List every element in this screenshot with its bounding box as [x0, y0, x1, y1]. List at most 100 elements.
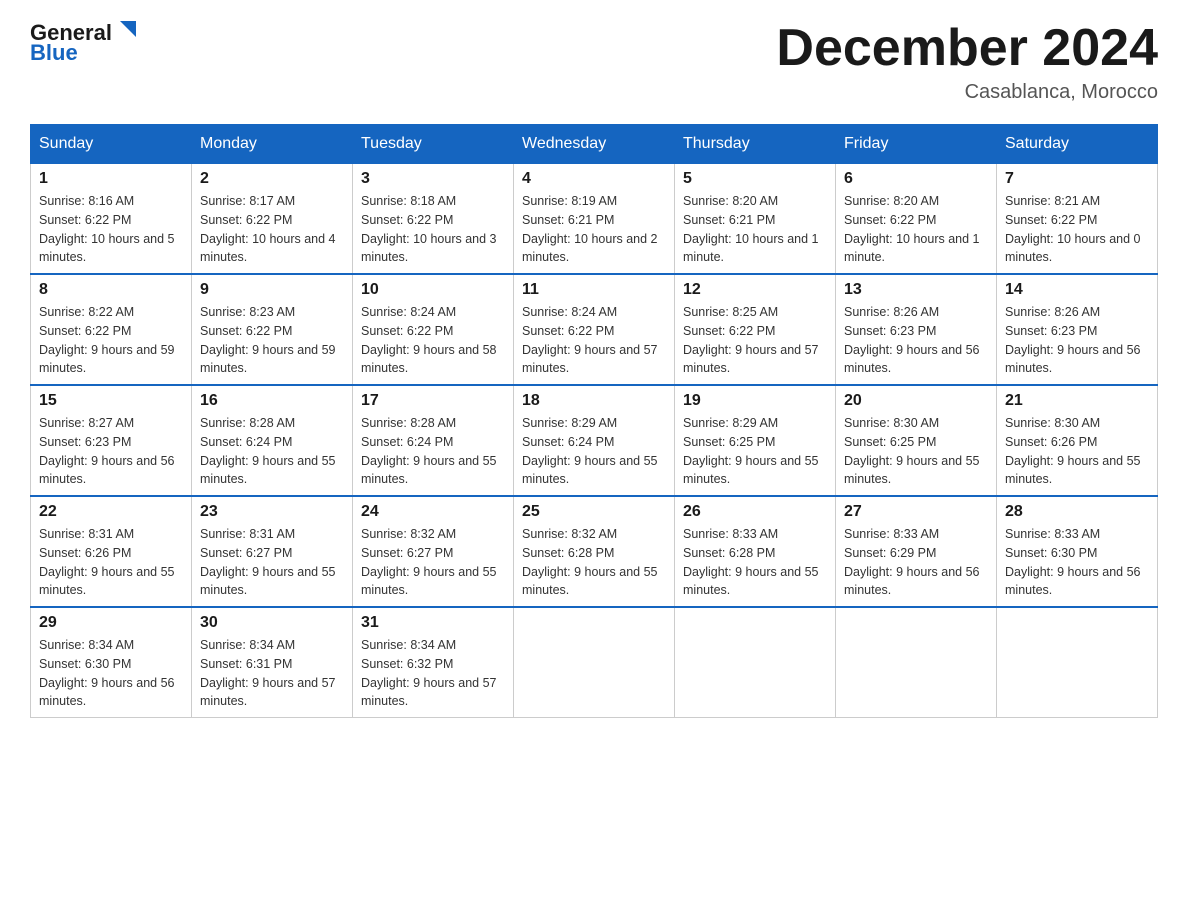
day-number: 12	[683, 281, 827, 299]
calendar-cell: 9 Sunrise: 8:23 AM Sunset: 6:22 PM Dayli…	[192, 274, 353, 385]
day-info: Sunrise: 8:24 AM Sunset: 6:22 PM Dayligh…	[361, 303, 505, 378]
calendar-cell	[514, 607, 675, 718]
day-number: 19	[683, 392, 827, 410]
day-info: Sunrise: 8:26 AM Sunset: 6:23 PM Dayligh…	[1005, 303, 1149, 378]
calendar-cell: 2 Sunrise: 8:17 AM Sunset: 6:22 PM Dayli…	[192, 164, 353, 275]
week-row-1: 1 Sunrise: 8:16 AM Sunset: 6:22 PM Dayli…	[31, 164, 1158, 275]
calendar-cell: 11 Sunrise: 8:24 AM Sunset: 6:22 PM Dayl…	[514, 274, 675, 385]
day-number: 14	[1005, 281, 1149, 299]
calendar-cell: 19 Sunrise: 8:29 AM Sunset: 6:25 PM Dayl…	[675, 385, 836, 496]
calendar-cell: 31 Sunrise: 8:34 AM Sunset: 6:32 PM Dayl…	[353, 607, 514, 718]
week-row-5: 29 Sunrise: 8:34 AM Sunset: 6:30 PM Dayl…	[31, 607, 1158, 718]
week-row-4: 22 Sunrise: 8:31 AM Sunset: 6:26 PM Dayl…	[31, 496, 1158, 607]
day-info: Sunrise: 8:20 AM Sunset: 6:22 PM Dayligh…	[844, 192, 988, 267]
day-info: Sunrise: 8:32 AM Sunset: 6:28 PM Dayligh…	[522, 525, 666, 600]
day-info: Sunrise: 8:31 AM Sunset: 6:27 PM Dayligh…	[200, 525, 344, 600]
day-number: 4	[522, 170, 666, 188]
day-info: Sunrise: 8:34 AM Sunset: 6:30 PM Dayligh…	[39, 636, 183, 711]
calendar-cell: 8 Sunrise: 8:22 AM Sunset: 6:22 PM Dayli…	[31, 274, 192, 385]
weekday-header-sunday: Sunday	[31, 125, 192, 164]
logo-triangle-icon	[114, 17, 142, 45]
day-number: 9	[200, 281, 344, 299]
title-section: December 2024 Casablanca, Morocco	[776, 20, 1158, 104]
day-number: 21	[1005, 392, 1149, 410]
day-info: Sunrise: 8:33 AM Sunset: 6:29 PM Dayligh…	[844, 525, 988, 600]
day-number: 1	[39, 170, 183, 188]
day-info: Sunrise: 8:26 AM Sunset: 6:23 PM Dayligh…	[844, 303, 988, 378]
day-number: 30	[200, 614, 344, 632]
calendar-cell: 25 Sunrise: 8:32 AM Sunset: 6:28 PM Dayl…	[514, 496, 675, 607]
calendar-table: SundayMondayTuesdayWednesdayThursdayFrid…	[30, 124, 1158, 718]
day-info: Sunrise: 8:32 AM Sunset: 6:27 PM Dayligh…	[361, 525, 505, 600]
calendar-cell: 5 Sunrise: 8:20 AM Sunset: 6:21 PM Dayli…	[675, 164, 836, 275]
day-number: 24	[361, 503, 505, 521]
calendar-cell: 29 Sunrise: 8:34 AM Sunset: 6:30 PM Dayl…	[31, 607, 192, 718]
calendar-cell: 7 Sunrise: 8:21 AM Sunset: 6:22 PM Dayli…	[997, 164, 1158, 275]
calendar-cell: 12 Sunrise: 8:25 AM Sunset: 6:22 PM Dayl…	[675, 274, 836, 385]
day-info: Sunrise: 8:33 AM Sunset: 6:30 PM Dayligh…	[1005, 525, 1149, 600]
day-number: 3	[361, 170, 505, 188]
weekday-header-monday: Monday	[192, 125, 353, 164]
week-row-2: 8 Sunrise: 8:22 AM Sunset: 6:22 PM Dayli…	[31, 274, 1158, 385]
day-info: Sunrise: 8:28 AM Sunset: 6:24 PM Dayligh…	[361, 414, 505, 489]
day-info: Sunrise: 8:34 AM Sunset: 6:32 PM Dayligh…	[361, 636, 505, 711]
day-info: Sunrise: 8:34 AM Sunset: 6:31 PM Dayligh…	[200, 636, 344, 711]
day-number: 13	[844, 281, 988, 299]
calendar-cell: 30 Sunrise: 8:34 AM Sunset: 6:31 PM Dayl…	[192, 607, 353, 718]
day-info: Sunrise: 8:23 AM Sunset: 6:22 PM Dayligh…	[200, 303, 344, 378]
calendar-cell: 4 Sunrise: 8:19 AM Sunset: 6:21 PM Dayli…	[514, 164, 675, 275]
day-number: 18	[522, 392, 666, 410]
day-number: 8	[39, 281, 183, 299]
day-number: 28	[1005, 503, 1149, 521]
weekday-header-friday: Friday	[836, 125, 997, 164]
week-row-3: 15 Sunrise: 8:27 AM Sunset: 6:23 PM Dayl…	[31, 385, 1158, 496]
calendar-cell: 28 Sunrise: 8:33 AM Sunset: 6:30 PM Dayl…	[997, 496, 1158, 607]
weekday-header-wednesday: Wednesday	[514, 125, 675, 164]
calendar-cell: 6 Sunrise: 8:20 AM Sunset: 6:22 PM Dayli…	[836, 164, 997, 275]
calendar-cell: 14 Sunrise: 8:26 AM Sunset: 6:23 PM Dayl…	[997, 274, 1158, 385]
day-number: 27	[844, 503, 988, 521]
day-number: 20	[844, 392, 988, 410]
day-info: Sunrise: 8:29 AM Sunset: 6:25 PM Dayligh…	[683, 414, 827, 489]
calendar-cell: 10 Sunrise: 8:24 AM Sunset: 6:22 PM Dayl…	[353, 274, 514, 385]
weekday-header-tuesday: Tuesday	[353, 125, 514, 164]
day-number: 7	[1005, 170, 1149, 188]
day-number: 11	[522, 281, 666, 299]
logo: General Blue	[30, 20, 142, 66]
day-info: Sunrise: 8:33 AM Sunset: 6:28 PM Dayligh…	[683, 525, 827, 600]
day-number: 15	[39, 392, 183, 410]
day-info: Sunrise: 8:29 AM Sunset: 6:24 PM Dayligh…	[522, 414, 666, 489]
calendar-cell: 22 Sunrise: 8:31 AM Sunset: 6:26 PM Dayl…	[31, 496, 192, 607]
weekday-header-saturday: Saturday	[997, 125, 1158, 164]
day-info: Sunrise: 8:17 AM Sunset: 6:22 PM Dayligh…	[200, 192, 344, 267]
calendar-cell: 20 Sunrise: 8:30 AM Sunset: 6:25 PM Dayl…	[836, 385, 997, 496]
day-info: Sunrise: 8:27 AM Sunset: 6:23 PM Dayligh…	[39, 414, 183, 489]
day-info: Sunrise: 8:20 AM Sunset: 6:21 PM Dayligh…	[683, 192, 827, 267]
day-info: Sunrise: 8:30 AM Sunset: 6:25 PM Dayligh…	[844, 414, 988, 489]
calendar-cell: 26 Sunrise: 8:33 AM Sunset: 6:28 PM Dayl…	[675, 496, 836, 607]
weekday-header-row: SundayMondayTuesdayWednesdayThursdayFrid…	[31, 125, 1158, 164]
day-info: Sunrise: 8:19 AM Sunset: 6:21 PM Dayligh…	[522, 192, 666, 267]
calendar-cell: 1 Sunrise: 8:16 AM Sunset: 6:22 PM Dayli…	[31, 164, 192, 275]
day-info: Sunrise: 8:21 AM Sunset: 6:22 PM Dayligh…	[1005, 192, 1149, 267]
location: Casablanca, Morocco	[776, 81, 1158, 104]
calendar-cell	[836, 607, 997, 718]
calendar-cell: 21 Sunrise: 8:30 AM Sunset: 6:26 PM Dayl…	[997, 385, 1158, 496]
calendar-cell: 23 Sunrise: 8:31 AM Sunset: 6:27 PM Dayl…	[192, 496, 353, 607]
day-number: 2	[200, 170, 344, 188]
calendar-cell: 13 Sunrise: 8:26 AM Sunset: 6:23 PM Dayl…	[836, 274, 997, 385]
day-info: Sunrise: 8:28 AM Sunset: 6:24 PM Dayligh…	[200, 414, 344, 489]
day-number: 23	[200, 503, 344, 521]
day-info: Sunrise: 8:30 AM Sunset: 6:26 PM Dayligh…	[1005, 414, 1149, 489]
calendar-cell: 18 Sunrise: 8:29 AM Sunset: 6:24 PM Dayl…	[514, 385, 675, 496]
logo-blue: Blue	[30, 40, 78, 66]
day-number: 6	[844, 170, 988, 188]
month-title: December 2024	[776, 20, 1158, 77]
day-info: Sunrise: 8:25 AM Sunset: 6:22 PM Dayligh…	[683, 303, 827, 378]
day-number: 26	[683, 503, 827, 521]
day-number: 5	[683, 170, 827, 188]
calendar-cell: 27 Sunrise: 8:33 AM Sunset: 6:29 PM Dayl…	[836, 496, 997, 607]
weekday-header-thursday: Thursday	[675, 125, 836, 164]
day-number: 17	[361, 392, 505, 410]
day-info: Sunrise: 8:24 AM Sunset: 6:22 PM Dayligh…	[522, 303, 666, 378]
